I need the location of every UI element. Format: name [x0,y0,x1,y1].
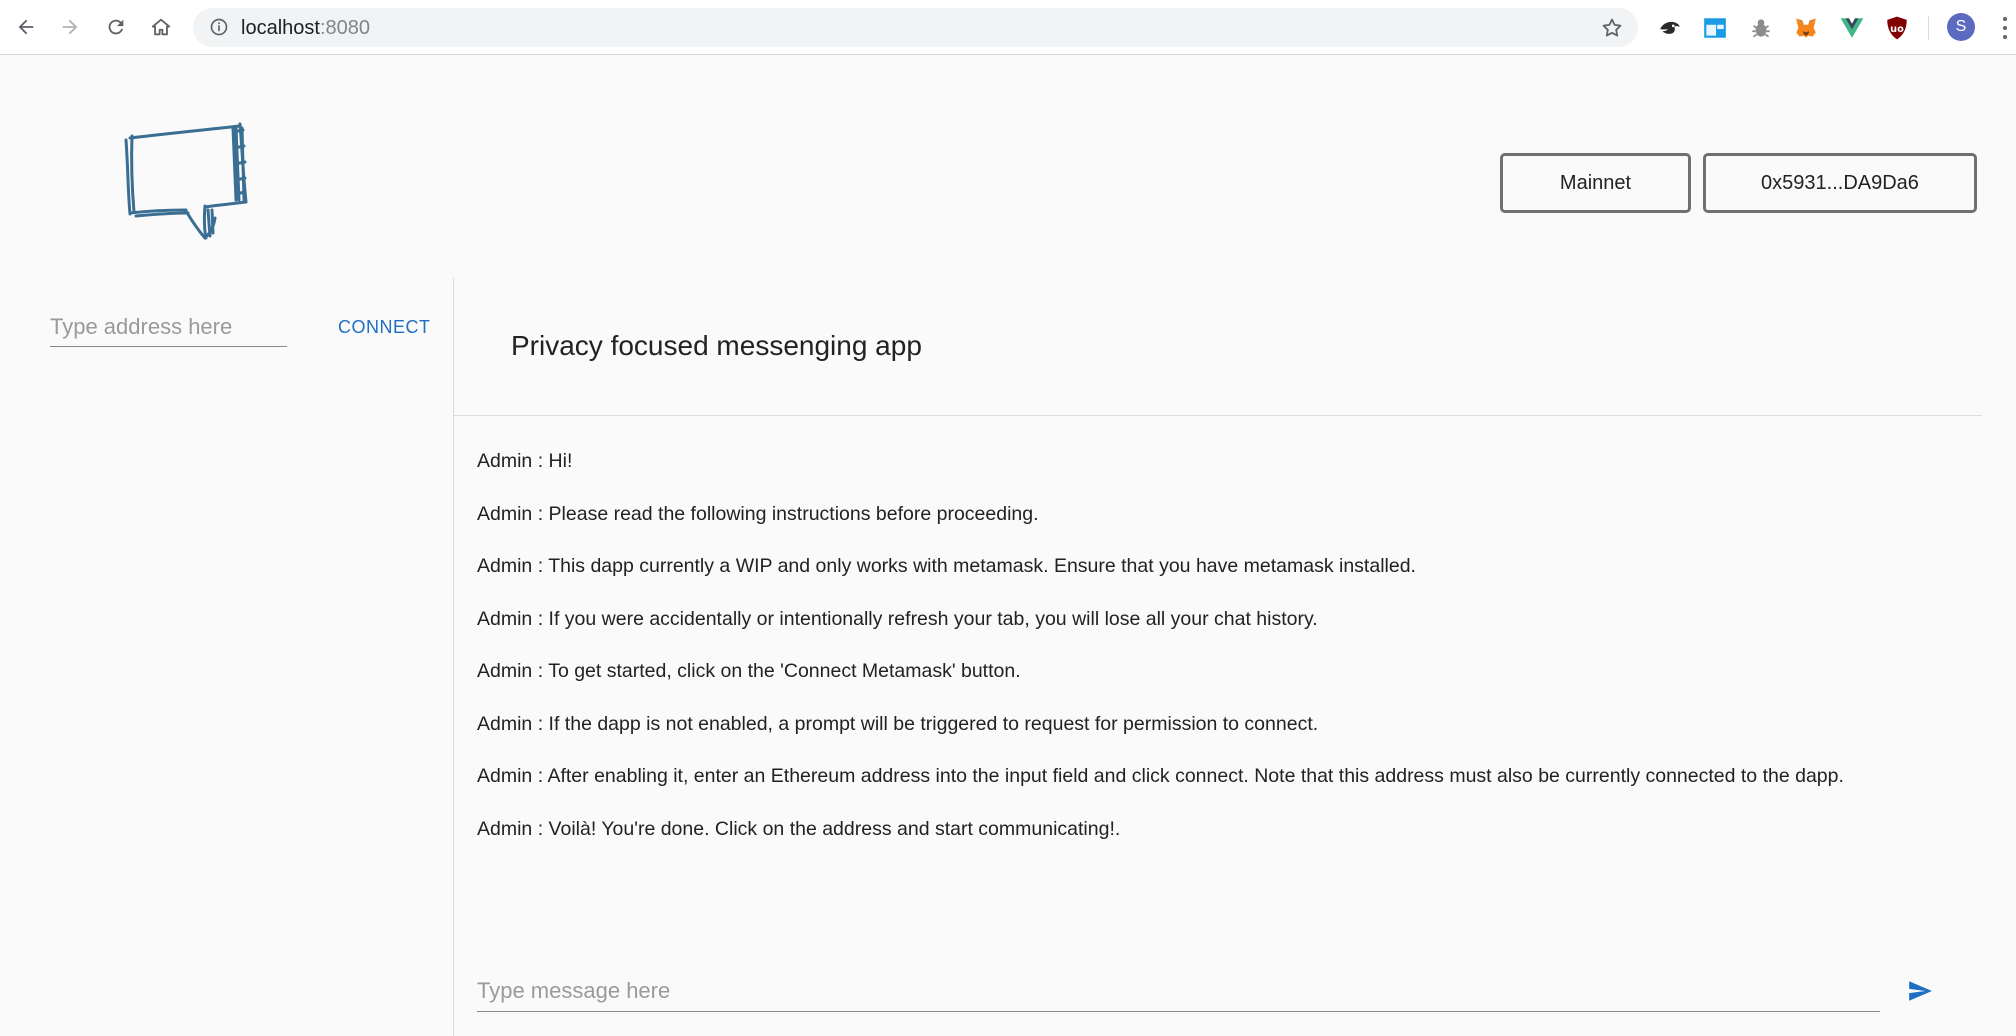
message-text: Voilà! You're done. Click on the address… [548,817,1121,840]
message-item: Admin : If you were accidentally or inte… [477,607,1318,630]
window-extension-icon[interactable] [1701,14,1729,42]
home-button[interactable] [146,12,176,42]
message-text: To get started, click on the 'Connect Me… [548,660,1021,682]
url-text[interactable]: localhost:8080 [241,17,370,40]
send-icon [1909,981,1932,1001]
account-button[interactable]: 0x5931...DA9Da6 [1703,153,1977,213]
message-text: If the dapp is not enabled, a prompt wil… [548,712,1319,735]
message-sender: Admin [477,607,533,630]
ublock-origin-icon[interactable]: uo [1883,14,1911,42]
info-icon[interactable] [209,17,229,37]
browser-toolbar: localhost:8080 uo S [0,0,2016,55]
bug-extension-icon[interactable] [1747,14,1775,42]
reload-icon [108,19,124,35]
network-button[interactable]: Mainnet [1500,153,1691,213]
svg-text:uo: uo [1890,24,1904,35]
message-text: Please read the following instructions b… [548,502,1039,525]
orca-extension-icon[interactable] [1656,14,1684,42]
message-text: Hi! [548,450,573,472]
profile-avatar[interactable]: S [1947,13,1975,41]
message-sender: Admin [477,450,533,472]
address-bar[interactable]: localhost:8080 [193,8,1638,47]
message-sender: Admin [477,502,533,525]
forward-button[interactable] [55,12,85,42]
url-host: localhost [241,17,320,39]
message-list: Admin : Hi! Admin : Please read the foll… [477,450,1977,870]
message-sender: Admin [477,712,533,735]
message-text: This dapp currently a WIP and only works… [548,555,1416,577]
reload-button[interactable] [101,12,131,42]
star-icon[interactable] [1600,16,1624,40]
message-sender: Admin [477,817,533,840]
message-item: Admin : This dapp currently a WIP and on… [477,555,1416,577]
message-item: Admin : Please read the following instru… [477,502,1039,525]
speech-bubble-logo [124,122,248,240]
metamask-fox-icon[interactable] [1792,14,1820,42]
chat-title: Privacy focused messenging app [511,330,922,361]
message-text: If you were accidentally or intentionall… [548,607,1318,630]
url-port: :8080 [319,17,370,39]
message-text: After enabling it, enter an Ethereum add… [547,765,1844,787]
arrow-left-icon [18,19,34,35]
connect-button[interactable]: CONNECT [328,312,441,342]
back-button[interactable] [11,12,41,42]
toolbar-separator [1928,16,1929,40]
message-sender: Admin [477,765,533,787]
message-item: Admin : To get started, click on the 'Co… [477,660,1021,682]
message-sender: Admin [477,555,533,577]
sidebar-divider [453,278,454,1036]
address-input[interactable] [50,307,287,347]
arrow-right-icon [62,19,78,35]
chat-header-divider [454,415,1982,416]
message-item: Admin : After enabling it, enter an Ethe… [477,765,1844,787]
home-icon [151,18,171,36]
message-input[interactable] [477,970,1880,1012]
vue-devtools-icon[interactable] [1838,14,1866,42]
message-item: Admin : Hi! [477,450,573,472]
message-item: Admin : If the dapp is not enabled, a pr… [477,712,1319,735]
send-button[interactable] [1904,978,1936,1006]
message-item: Admin : Voilà! You're done. Click on the… [477,817,1121,840]
browser-menu-icon[interactable] [1997,14,2013,42]
message-sender: Admin [477,660,533,682]
